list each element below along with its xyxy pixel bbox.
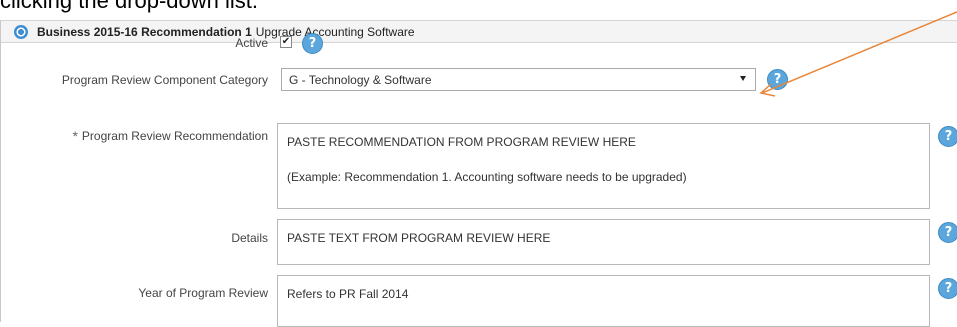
category-label: Program Review Component Category [61,73,268,87]
active-checkbox[interactable]: ✔ [280,36,292,48]
panel-title-bold: Business 2015-16 Recommendation 1 [37,24,252,39]
active-label: Active [235,36,268,50]
recommendation-label: * Program Review Recommendation [72,128,268,144]
year-value: Refers to PR Fall 2014 [287,287,409,301]
recommendation-label-text: Program Review Recommendation [81,129,268,143]
recommendation-line-1: PASTE RECOMMENDATION FROM PROGRAM REVIEW… [287,135,636,149]
instruction-caption: clicking the drop-down list. [0,0,259,13]
chevron-down-icon[interactable] [740,76,746,81]
details-value: PASTE TEXT FROM PROGRAM REVIEW HERE [287,231,551,245]
help-icon-year[interactable]: ? [938,278,957,299]
year-label: Year of Program Review [138,286,268,300]
details-label: Details [231,231,268,245]
details-textarea[interactable]: PASTE TEXT FROM PROGRAM REVIEW HERE [277,219,930,265]
panel-header[interactable]: Business 2015-16 Recommendation 1 Upgrad… [1,20,957,43]
help-icon-category[interactable]: ? [767,69,788,90]
category-selected-value: G - Technology & Software [289,72,432,87]
year-textarea[interactable]: Refers to PR Fall 2014 [277,275,930,327]
help-icon-recommendation[interactable]: ? [938,126,957,147]
required-asterisk: * [72,128,78,144]
record-radio-icon[interactable] [14,24,28,39]
help-icon-details[interactable]: ? [938,222,957,243]
category-select[interactable]: G - Technology & Software [281,68,756,91]
recommendation-textarea[interactable]: PASTE RECOMMENDATION FROM PROGRAM REVIEW… [277,123,930,209]
recommendation-line-2: (Example: Recommendation 1. Accounting s… [287,170,687,184]
help-icon-active[interactable]: ? [302,33,323,54]
